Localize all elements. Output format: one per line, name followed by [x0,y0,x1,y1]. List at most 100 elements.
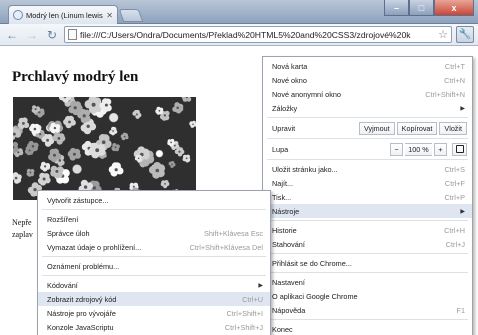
menu-item-find[interactable]: Najít... Ctrl+F [263,176,472,190]
menu-item-shortcut: Ctrl+N [444,75,465,85]
submenu-item-task-manager[interactable]: Správce úloh Shift+Klávesa Esc [38,226,270,240]
menu-item-label: Přihlásit se do Chrome... [272,258,352,268]
tools-submenu: Vytvořit zástupce... Rozšíření Správce ú… [37,190,271,335]
menu-item-label: Nápověda [272,305,306,315]
submenu-arrow-icon: ▶ [460,105,465,112]
menu-item-tools[interactable]: Nástroje ▶ [263,204,472,218]
menu-separator [267,138,468,139]
menu-item-label: Konec [272,324,293,334]
menu-separator [42,275,266,276]
submenu-item-clear-browsing-data[interactable]: Vymazat údaje o prohlížení... Ctrl+Shift… [38,240,270,254]
menu-item-settings[interactable]: Nastavení [263,275,472,289]
menu-item-shortcut: Ctrl+Shift+I [226,308,264,318]
menu-item-label: Stahování [272,239,305,249]
menu-item-incognito[interactable]: Nové anonymní okno Ctrl+Shift+N [263,87,472,101]
menu-item-label: Tisk... [272,192,292,202]
menu-separator [267,220,468,221]
menu-item-shortcut: Ctrl+H [444,225,465,235]
edit-label: Upravit [272,123,296,133]
menu-item-shortcut: Ctrl+Shift+N [425,89,465,99]
submenu-item-developer-tools[interactable]: Nástroje pro vývojáře Ctrl+Shift+I [38,306,270,320]
submenu-item-create-shortcut[interactable]: Vytvořit zástupce... [38,193,270,207]
menu-separator [267,117,468,118]
menu-item-exit[interactable]: Konec [263,322,472,335]
menu-item-label: Konzole JavaScriptu [47,322,114,332]
menu-item-downloads[interactable]: Stahování Ctrl+J [263,237,472,251]
page-icon [68,29,77,40]
menu-item-new-window[interactable]: Nové okno Ctrl+N [263,73,472,87]
menu-item-save-page[interactable]: Uložit stránku jako... Ctrl+S [263,162,472,176]
menu-item-shortcut: Ctrl+F [444,178,465,188]
menu-item-history[interactable]: Historie Ctrl+H [263,223,472,237]
menu-item-shortcut: Ctrl+P [444,192,465,202]
menu-item-label: Nová karta [272,61,308,71]
menu-item-label: Záložky [272,103,298,113]
menu-separator [267,159,468,160]
forward-arrow-icon[interactable]: → [24,27,40,43]
submenu-item-view-source[interactable]: Zobrazit zdrojový kód Ctrl+U [38,292,270,306]
menu-item-shortcut: Ctrl+S [444,164,465,174]
submenu-item-extensions[interactable]: Rozšíření [38,212,270,226]
menu-zoom-row: Lupa − 100 % + [263,141,472,157]
menu-item-label: Správce úloh [47,228,90,238]
menu-separator [42,256,266,257]
menu-item-label: Vytvořit zástupce... [47,195,109,205]
menu-separator [267,319,468,320]
menu-item-label: Vymazat údaje o prohlížení... [47,242,142,252]
menu-separator [42,209,266,210]
zoom-label: Lupa [272,144,289,154]
menu-item-shortcut: Ctrl+U [242,294,263,304]
reload-icon[interactable]: ↻ [44,27,60,43]
bookmark-star-icon[interactable]: ☆ [438,28,448,41]
menu-item-label: Oznámení problému... [47,261,120,271]
submenu-item-report-issue[interactable]: Oznámení problému... [38,259,270,273]
submenu-item-javascript-console[interactable]: Konzole JavaScriptu Ctrl+Shift+J [38,320,270,334]
menu-separator [267,272,468,273]
menu-item-label: Kódování [47,280,78,290]
fullscreen-button[interactable] [452,142,467,156]
menu-item-label: Zobrazit zdrojový kód [47,294,117,304]
close-window-button[interactable]: x [434,0,474,16]
new-tab-button[interactable] [118,9,144,22]
menu-item-label: Rozšíření [47,214,79,224]
menu-item-shortcut: Ctrl+J [445,239,465,249]
browser-toolbar: ← → ↻ file:///C:/Users/Ondra/Documents/P… [0,24,478,46]
globe-icon [13,10,23,20]
menu-item-label: Nové anonymní okno [272,89,341,99]
title-bar: Modrý len (Linum lewisii) ✕ – □ x [0,0,478,24]
menu-item-label: Nové okno [272,75,307,85]
minimize-button[interactable]: – [384,0,409,16]
menu-item-about[interactable]: O aplikaci Google Chrome [263,289,472,303]
zoom-out-button[interactable]: − [390,142,403,156]
menu-item-shortcut: Ctrl+Shift+J [224,322,263,332]
close-tab-icon[interactable]: ✕ [106,11,113,20]
cut-button[interactable]: Vyjmout [358,121,395,135]
menu-item-signin[interactable]: Přihlásit se do Chrome... [263,256,472,270]
back-arrow-icon[interactable]: ← [4,27,20,43]
paste-button[interactable]: Vložit [439,121,467,135]
url-text: file:///C:/Users/Ondra/Documents/Překlad… [80,29,411,40]
menu-separator [267,253,468,254]
menu-item-shortcut: Ctrl+T [444,61,465,71]
tab-active[interactable]: Modrý len (Linum lewisii) ✕ [8,5,118,24]
zoom-in-button[interactable]: + [434,142,447,156]
maximize-button[interactable]: □ [409,0,434,16]
menu-edit-row: Upravit Vyjmout Kopírovat Vložit [263,120,472,136]
submenu-arrow-icon: ▶ [460,208,465,215]
menu-item-label: Nástroje pro vývojáře [47,308,116,318]
submenu-arrow-icon: ▶ [258,282,263,289]
menu-item-label: Uložit stránku jako... [272,164,338,174]
menu-item-label: O aplikaci Google Chrome [272,291,358,301]
wrench-icon[interactable]: 🔧 [456,26,474,43]
menu-item-new-tab[interactable]: Nová karta Ctrl+T [263,59,472,73]
menu-item-help[interactable]: Nápověda F1 [263,303,472,317]
menu-item-label: Najít... [272,178,294,188]
page-heading: Prchlavý modrý len [12,69,139,85]
address-bar[interactable]: file:///C:/Users/Ondra/Documents/Překlad… [64,26,452,43]
menu-item-bookmarks[interactable]: Záložky ▶ [263,101,472,115]
copy-button[interactable]: Kopírovat [396,121,438,135]
menu-item-print[interactable]: Tisk... Ctrl+P [263,190,472,204]
submenu-item-encoding[interactable]: Kódování ▶ [38,278,270,292]
menu-item-shortcut: Ctrl+Shift+Klávesa Del [189,242,263,252]
window-controls: – □ x [384,0,474,16]
